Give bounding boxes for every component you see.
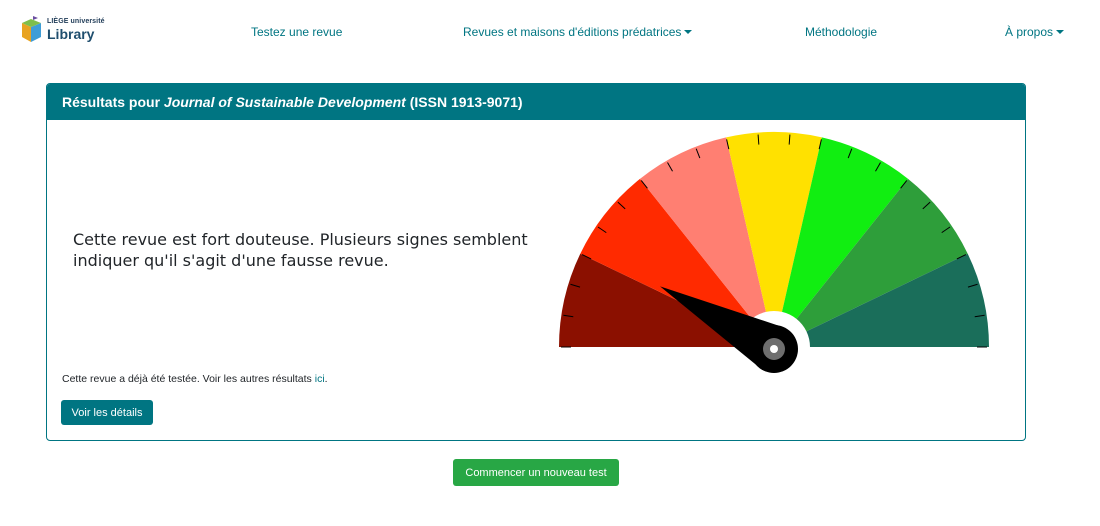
history-text: Cette revue a déjà été testée. Voir les …: [62, 373, 315, 385]
caret-down-icon: [1056, 30, 1065, 34]
header-prefix: Résultats pour: [62, 94, 164, 110]
risk-gauge: [559, 132, 989, 373]
uliege-library-logo[interactable]: LIÈGE université Library: [20, 15, 130, 45]
uliege-logo-icon: [22, 16, 41, 42]
nav-predatory-label: Revues et maisons d'éditions prédatrices: [463, 25, 682, 39]
caret-down-icon: [684, 30, 693, 34]
nav-methodology[interactable]: Méthodologie: [805, 24, 877, 40]
navbar: LIÈGE université Library Testez une revu…: [0, 0, 1100, 64]
verdict-text: Cette revue est fort douteuse. Plusieurs…: [73, 230, 528, 270]
journal-title: Journal of Sustainable Development: [163, 94, 406, 110]
new-test-button[interactable]: Commencer un nouveau test: [453, 459, 619, 486]
view-details-button[interactable]: Voir les détails: [61, 400, 153, 425]
gauge-segments: [559, 132, 989, 347]
history-note: Cette revue a déjà été testée. Voir les …: [62, 373, 328, 385]
result-card-header: Résultats pour Journal of Sustainable De…: [47, 84, 1025, 120]
logo-library-text: Library: [47, 26, 95, 42]
result-card: Résultats pour Journal of Sustainable De…: [46, 83, 1026, 441]
nav-predatory-dropdown[interactable]: Revues et maisons d'éditions prédatrices: [463, 24, 693, 40]
history-end: .: [324, 373, 328, 385]
journal-issn: (ISSN 1913-9071): [405, 94, 523, 110]
nav-test-journal[interactable]: Testez une revue: [251, 24, 342, 40]
logo-university-text: LIÈGE université: [47, 18, 105, 25]
nav-about-dropdown[interactable]: À propos: [1005, 24, 1065, 40]
gauge-hub-center: [770, 345, 778, 353]
history-link[interactable]: ici: [315, 373, 325, 385]
nav-about-label: À propos: [1005, 25, 1054, 39]
